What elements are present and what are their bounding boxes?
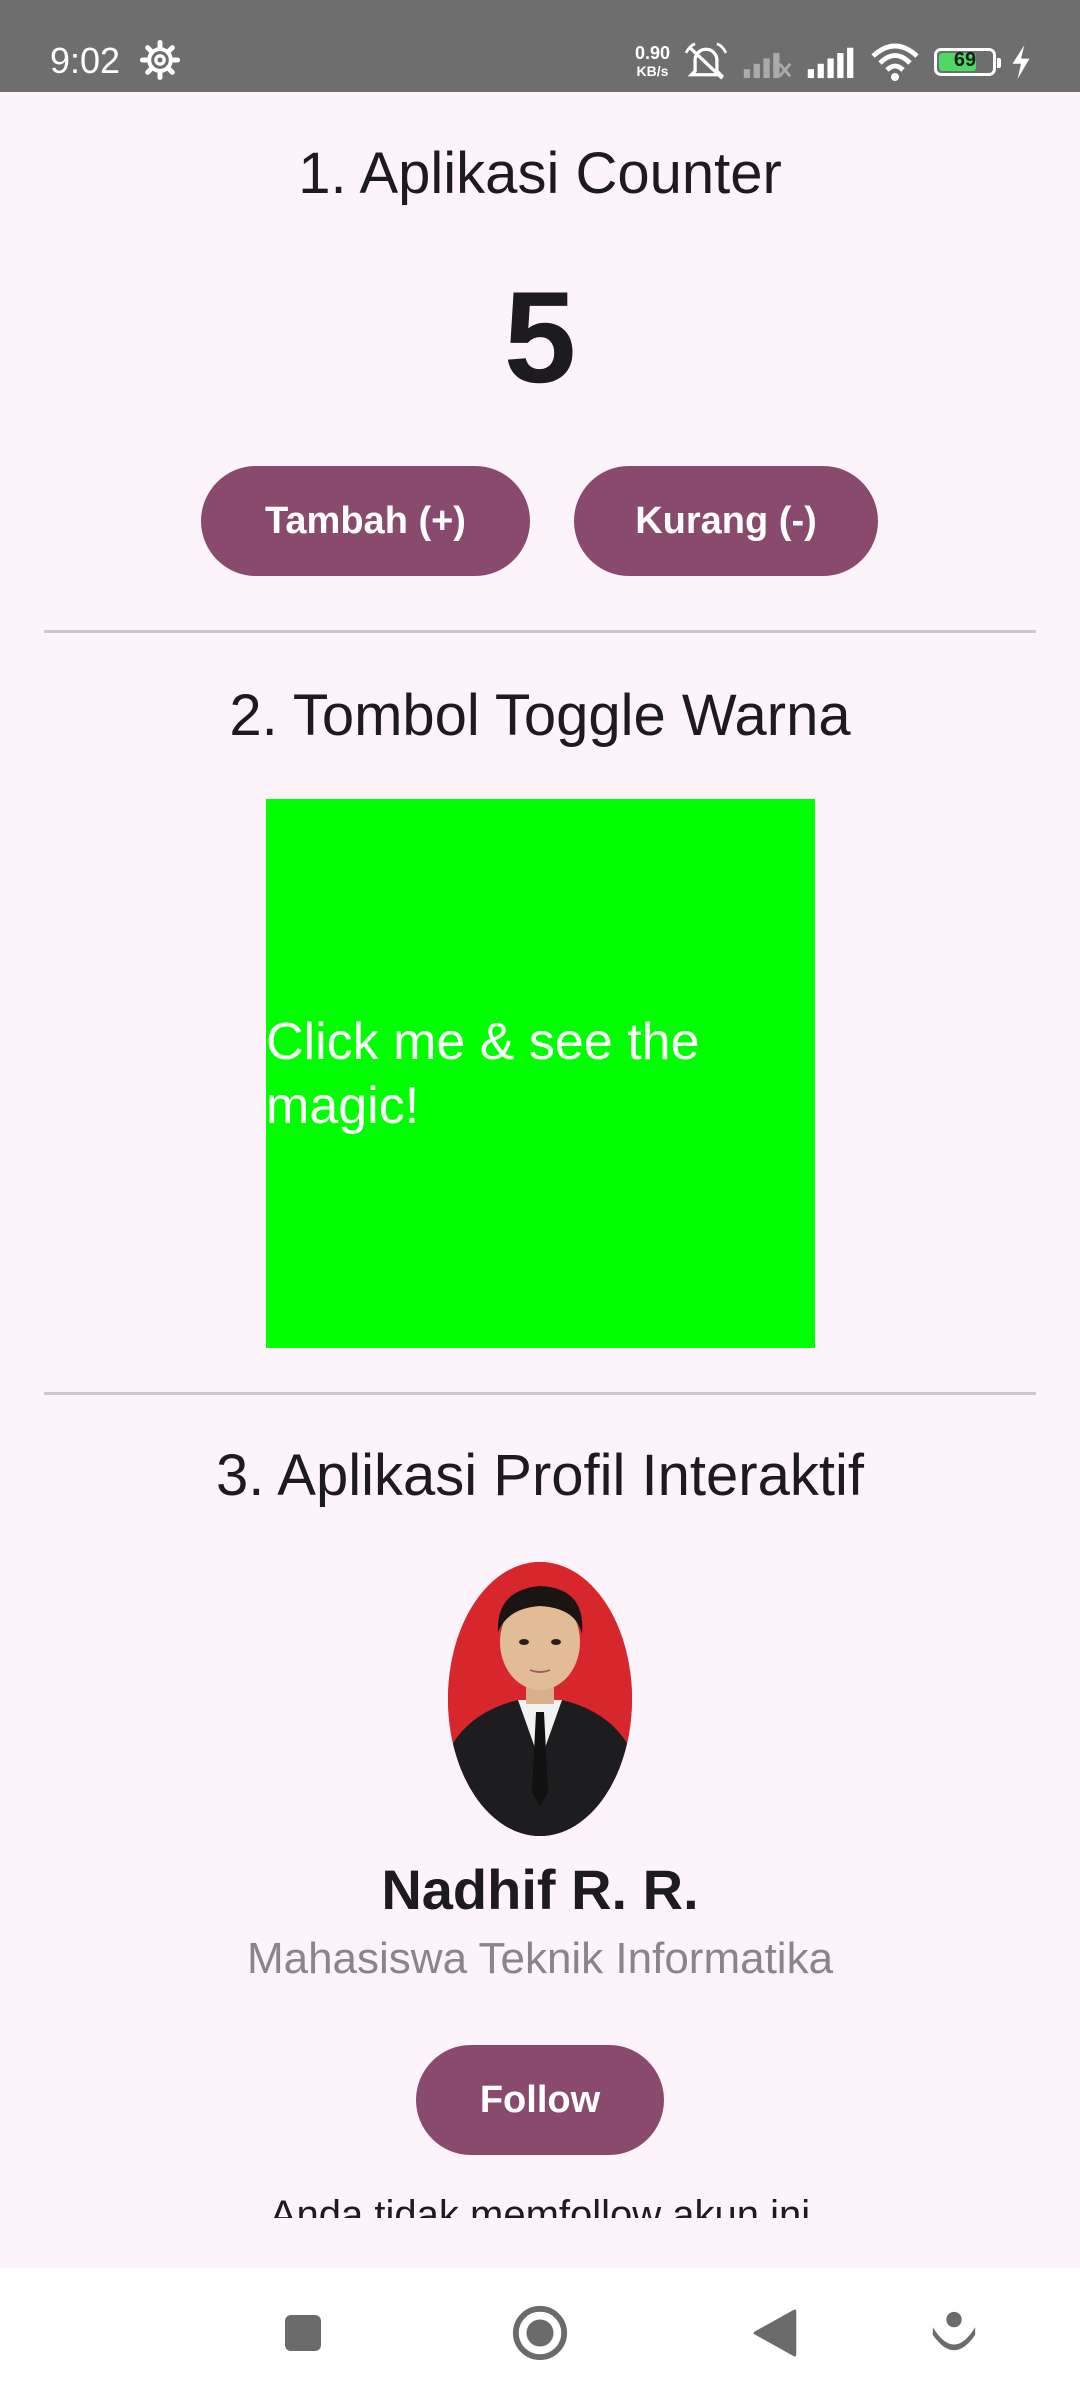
toggle-section-title: 2. Tombol Toggle Warna <box>229 683 851 748</box>
status-bar: 9:02 0.90 KB/s 69 <box>0 0 1080 92</box>
back-button[interactable] <box>740 2298 810 2368</box>
profile-name: Nadhif R. R. <box>381 1858 699 1921</box>
app-content[interactable]: 1. Aplikasi Counter 5 Tambah (+) Kurang … <box>0 92 1080 2268</box>
decrement-button[interactable]: Kurang (-) <box>574 466 878 576</box>
wifi-icon <box>871 43 919 81</box>
assistant-button[interactable] <box>919 2298 989 2368</box>
navigation-bar <box>0 2268 1080 2400</box>
status-icons: 0.90 KB/s 69 <box>635 40 1032 84</box>
counter-section-title: 1. Aplikasi Counter <box>298 141 782 206</box>
net-speed: 0.90 KB/s <box>635 44 670 80</box>
section-divider <box>44 630 1036 633</box>
color-toggle-box[interactable]: Click me & see the magic! <box>266 799 815 1348</box>
alarm-off-icon <box>684 42 728 80</box>
signal-sim2-icon <box>743 53 792 79</box>
decrement-button-label: Kurang (-) <box>635 499 817 542</box>
settings-gear-icon <box>140 40 180 80</box>
profile-subtitle: Mahasiswa Teknik Informatika <box>246 1934 834 1983</box>
profile-section-title: 3. Aplikasi Profil Interaktif <box>216 1443 864 1508</box>
section-divider <box>44 1392 1036 1395</box>
profile-avatar <box>448 1562 632 1836</box>
person-photo-icon <box>448 1562 632 1836</box>
charging-icon <box>1012 45 1030 79</box>
status-time: 9:02 <box>50 40 121 81</box>
counter-value: 5 <box>503 264 577 410</box>
color-toggle-label: Click me & see the magic! <box>266 1012 700 1135</box>
home-icon <box>512 2305 568 2361</box>
follow-button-label: Follow <box>479 2078 601 2121</box>
follow-button[interactable]: Follow <box>416 2045 664 2155</box>
recent-apps-button[interactable] <box>268 2298 338 2368</box>
net-speed-value: 0.90 <box>634 43 670 63</box>
assistant-icon <box>932 2311 976 2351</box>
signal-sim1-icon <box>807 47 854 79</box>
net-speed-unit: KB/s <box>636 63 669 79</box>
battery-icon: 69 <box>934 48 1001 76</box>
home-button[interactable] <box>505 2298 575 2368</box>
battery-level: 69 <box>953 49 977 71</box>
follow-status-text: Anda tidak memfollow akun ini <box>269 2193 811 2218</box>
back-icon <box>753 2309 797 2357</box>
increment-button-label: Tambah (+) <box>265 499 466 542</box>
recent-apps-icon <box>285 2315 321 2351</box>
increment-button[interactable]: Tambah (+) <box>201 466 530 576</box>
